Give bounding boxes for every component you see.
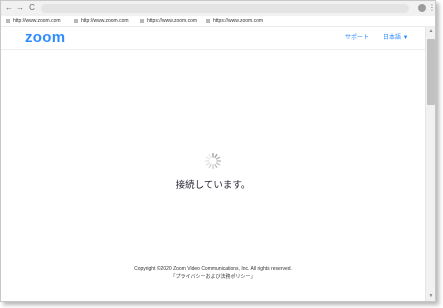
profile-icon[interactable]: [418, 4, 426, 12]
bookmark-label: http://www.zoom.com: [81, 18, 129, 24]
favicon-icon: [6, 18, 10, 23]
privacy-policy-link[interactable]: 「プライバシーおよび法務ポリシー」: [1, 273, 425, 281]
language-selector[interactable]: 日本語 ▼: [383, 33, 409, 43]
bookmark-item[interactable]: https://www.zoom.com: [140, 17, 197, 25]
bookmark-item[interactable]: http://www.zoom.com: [74, 17, 129, 25]
back-arrow-icon[interactable]: ←: [4, 2, 14, 14]
vertical-dots-icon[interactable]: ⋮: [428, 2, 435, 14]
scrollbar-thumb[interactable]: [427, 39, 435, 105]
address-bar[interactable]: [41, 4, 409, 13]
zoom-logo[interactable]: zoom: [25, 28, 65, 48]
loading-spinner-icon: [204, 152, 222, 170]
bookmark-item[interactable]: https://www.zoom.com: [206, 17, 263, 25]
favicon-icon: [206, 18, 210, 23]
connecting-status: 接続しています。: [175, 180, 251, 191]
bookmark-label: http://www.zoom.com: [13, 18, 61, 24]
browser-toolbar: ← → C ⋮: [1, 1, 435, 17]
forward-arrow-icon[interactable]: →: [15, 2, 25, 14]
scroll-down-icon[interactable]: ▼: [426, 292, 435, 301]
bookmark-item[interactable]: http://www.zoom.com: [6, 17, 61, 25]
page-content: zoom サポート 日本語 ▼ 接続しています。 Copyright ©2020: [1, 27, 425, 301]
browser-window: ← → C ⋮ http://www.zoom.com http://www.z…: [0, 0, 436, 302]
reload-icon[interactable]: C: [27, 2, 37, 14]
favicon-icon: [74, 18, 78, 23]
bookmarks-bar: http://www.zoom.com http://www.zoom.com …: [1, 16, 435, 27]
copyright-text: Copyright ©2020 Zoom Video Communication…: [134, 266, 292, 272]
bookmark-label: https://www.zoom.com: [147, 18, 198, 24]
scroll-up-icon[interactable]: ▲: [426, 27, 435, 36]
vertical-scrollbar[interactable]: ▲ ▼: [425, 27, 435, 301]
favicon-icon: [140, 18, 144, 23]
support-link[interactable]: サポート: [345, 33, 369, 43]
site-header: zoom サポート 日本語 ▼: [1, 27, 425, 50]
bookmark-label: https://www.zoom.com: [213, 18, 264, 24]
